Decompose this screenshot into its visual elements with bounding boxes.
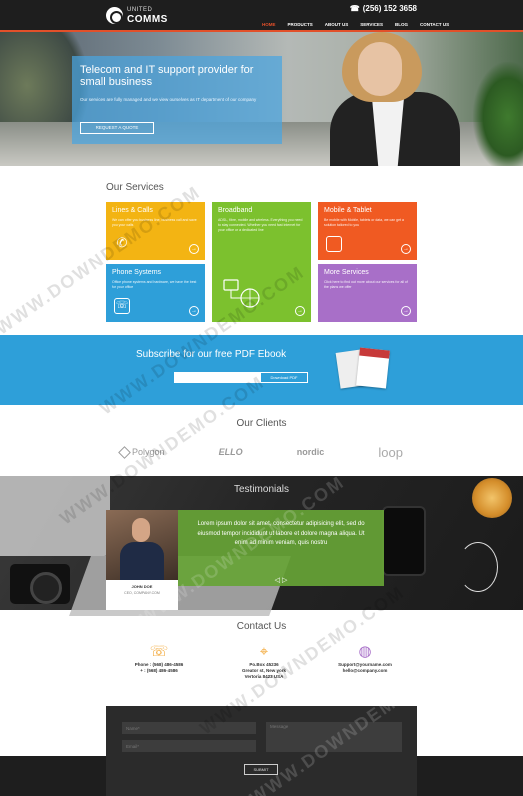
nav-about-us[interactable]: ABOUT US <box>319 22 355 32</box>
testimonials-title: Testimonials <box>233 484 290 495</box>
card-text: Be mobile with Mobile, tablets or data, … <box>324 218 404 227</box>
service-card-broadband[interactable]: Broadband ADSL, fibre, mobile and wirele… <box>212 202 311 322</box>
card-title: Phone Systems <box>112 269 162 276</box>
service-card-more-services[interactable]: More Services Click here to find out mor… <box>318 264 417 322</box>
testimonial-photo-card: JOHN DOE CEO, COMPANY.COM <box>106 510 178 610</box>
phone-icon: ☏ <box>149 643 169 660</box>
photo-suit <box>120 542 164 580</box>
testimonials-section: Testimonials JOHN DOE CEO, COMPANY.COM L… <box>0 476 523 616</box>
camera-image <box>10 564 70 604</box>
download-pdf-button[interactable]: Download PDF <box>260 372 308 383</box>
request-quote-button[interactable]: REQUEST A QUOTE <box>80 122 154 134</box>
client-name: loop <box>378 444 403 460</box>
phone-icon: ☎ <box>349 4 360 13</box>
arrow-right-icon[interactable]: → <box>401 306 411 316</box>
client-logo-loop[interactable]: loop <box>378 445 403 460</box>
logo-small-text: UNITED <box>127 7 153 13</box>
logo-text: UNITED COMMS <box>127 6 168 25</box>
phone-icon: ✆ <box>116 235 128 250</box>
phone-system-icon: ☏ <box>114 298 130 314</box>
card-title: Broadband <box>218 207 253 214</box>
logo-big-text: COMMS <box>127 14 168 25</box>
services-grid: Lines & Calls We can offer you business … <box>106 202 417 322</box>
testimonial-name: JOHN DOE <box>131 584 153 589</box>
hero-background-bush <box>473 62 523 166</box>
ebook-page-front <box>356 347 390 389</box>
client-name: ELLO <box>218 447 243 457</box>
testimonial-photo <box>106 510 178 580</box>
contact-line: hello@company.com <box>342 668 388 673</box>
subscribe-banner: Subscribe for our free PDF Ebook Downloa… <box>0 335 523 405</box>
testimonial-quote: Lorem ipsum dolor sit amet, consectetur … <box>197 521 365 546</box>
arrow-right-icon[interactable]: → <box>189 244 199 254</box>
testimonial-quote-box: Lorem ipsum dolor sit amet, consectetur … <box>178 510 384 586</box>
message-field[interactable] <box>266 722 402 752</box>
hero-woman-face <box>358 42 402 96</box>
hero-box: Telecom and IT support provider for smal… <box>72 56 282 144</box>
card-text: Office phone systems and hardware, we ha… <box>112 280 197 289</box>
contact-line: + : (568) 486-4586 <box>140 668 178 673</box>
hero-banner: Telecom and IT support provider for smal… <box>0 32 523 166</box>
client-logo-polygon[interactable]: Polygon <box>118 445 165 459</box>
ebook-image <box>335 345 392 391</box>
subscribe-email-input[interactable] <box>174 372 260 383</box>
smartphone-image <box>382 506 426 576</box>
arrow-right-icon[interactable]: → <box>401 244 411 254</box>
contact-form: SUBMIT <box>106 706 417 796</box>
contact-email: ◍ Support@yourname.com hello@company.com <box>320 642 410 674</box>
card-title: Lines & Calls <box>112 207 153 214</box>
client-logo-ello[interactable]: ELLO <box>219 447 243 457</box>
earphones-image <box>458 542 498 592</box>
main-nav: HOME PRODUCTS ABOUT US SERVICES BLOG CON… <box>256 22 455 32</box>
testimonial-nav-arrows[interactable]: ◁ ▷ <box>178 576 384 584</box>
contact-phone: ☏ Phone : (568) 486-4586 + : (568) 486-4… <box>114 642 204 674</box>
contact-address: ⌖ Po.Box 45236 Greator st, New york Vert… <box>219 642 309 680</box>
card-text: Click here to find out more about our se… <box>324 280 408 289</box>
arrow-right-icon[interactable]: → <box>189 306 199 316</box>
logo[interactable]: UNITED COMMS <box>106 6 168 25</box>
card-text: ADSL, fibre, mobile and wireless. Everyt… <box>218 218 303 232</box>
testimonial-company: CEO, COMPANY.COM <box>124 591 160 595</box>
service-card-mobile-tablet[interactable]: Mobile & Tablet Be mobile with Mobile, t… <box>318 202 417 260</box>
clients-title: Our Clients <box>236 418 287 429</box>
subscribe-title: Subscribe for our free PDF Ebook <box>136 349 287 360</box>
email-field[interactable] <box>122 740 256 752</box>
service-card-phone-systems[interactable]: Phone Systems Office phone systems and h… <box>106 264 205 322</box>
nav-contact-us[interactable]: CONTACT US <box>414 22 455 32</box>
polygon-icon <box>118 445 131 459</box>
map-pin-icon: ⌖ <box>259 643 269 660</box>
header-phone-number: (256) 152 3658 <box>362 4 417 13</box>
tablet-icon <box>326 236 342 252</box>
card-text: We can offer you business line, business… <box>112 218 197 227</box>
card-title: Mobile & Tablet <box>324 207 372 214</box>
network-icon <box>223 279 260 308</box>
header-phone: ☎ (256) 152 3658 <box>350 4 417 13</box>
nav-products[interactable]: PRODUCTS <box>282 22 319 32</box>
contact-title: Contact Us <box>236 621 287 632</box>
photo-face <box>132 518 150 542</box>
card-title: More Services <box>324 269 369 276</box>
header: UNITED COMMS ☎ (256) 152 3658 HOME PRODU… <box>0 0 523 32</box>
client-name: nordic <box>296 447 325 457</box>
contact-line: Vertoria 8423 USA <box>244 674 284 679</box>
globe-icon <box>106 7 123 24</box>
clients-logos: Polygon ELLO nordic loop <box>106 440 417 464</box>
hero-title: Telecom and IT support provider for smal… <box>80 64 254 88</box>
client-logo-nordic[interactable]: nordic <box>297 447 325 457</box>
page: UNITED COMMS ☎ (256) 152 3658 HOME PRODU… <box>0 0 523 796</box>
globe-icon: ◍ <box>358 643 372 660</box>
nav-blog[interactable]: BLOG <box>389 22 414 32</box>
submit-button[interactable]: SUBMIT <box>244 764 278 775</box>
nav-home[interactable]: HOME <box>256 22 282 32</box>
service-card-lines-calls[interactable]: Lines & Calls We can offer you business … <box>106 202 205 260</box>
nav-services[interactable]: SERVICES <box>354 22 389 32</box>
services-title: Our Services <box>106 182 164 193</box>
hero-text: Our services are fully managed and we vi… <box>80 97 257 102</box>
client-name: Polygon <box>132 447 165 457</box>
name-field[interactable] <box>122 722 256 734</box>
arrow-right-icon[interactable]: → <box>295 306 305 316</box>
